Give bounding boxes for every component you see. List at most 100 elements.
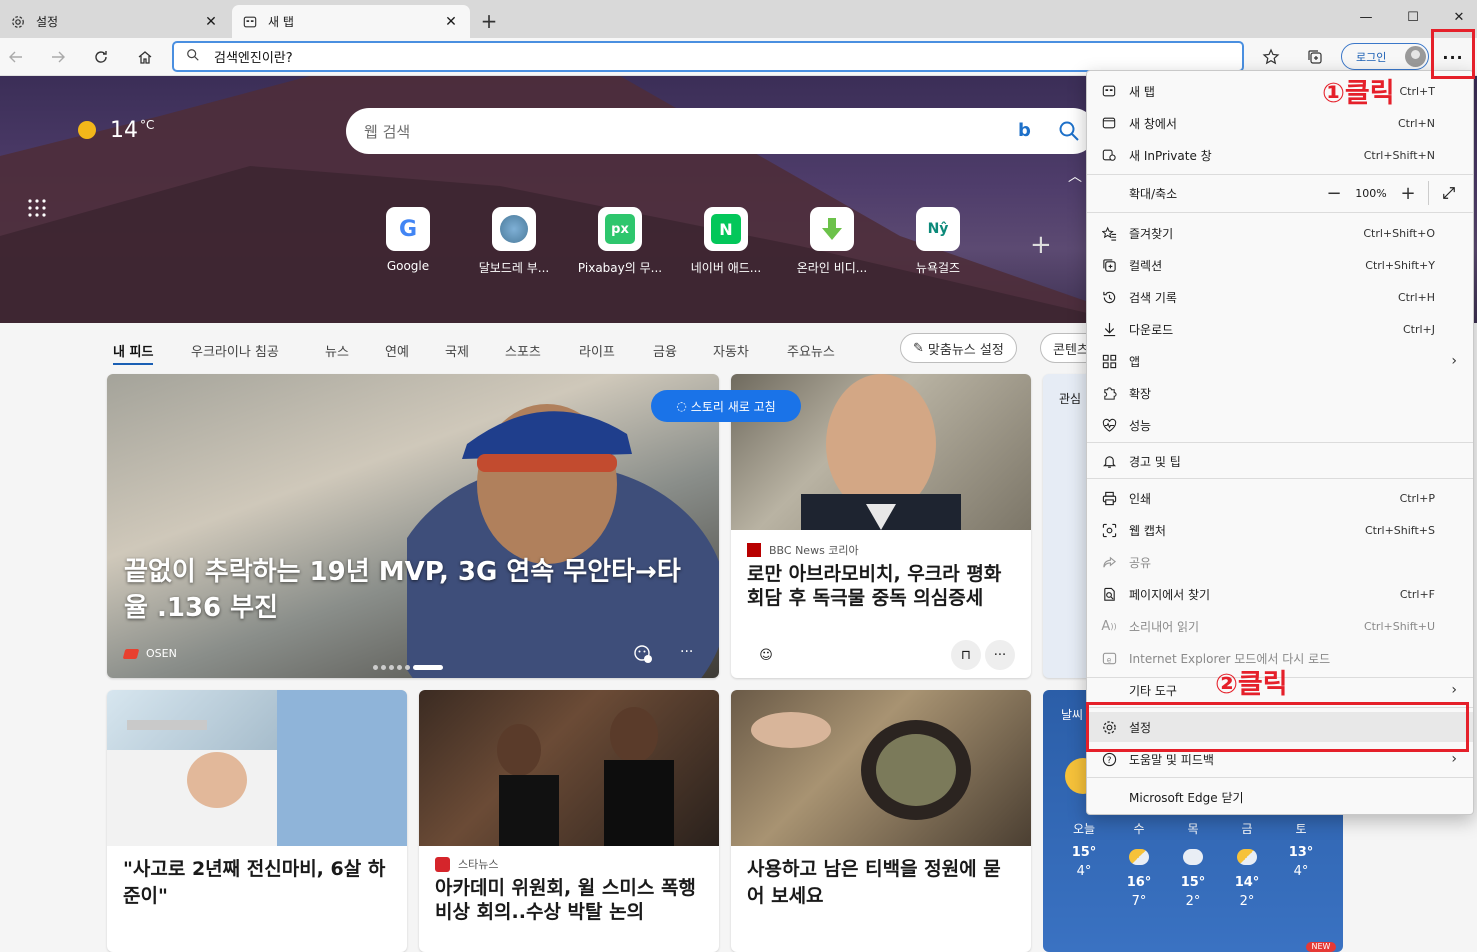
feed-tab-news[interactable]: 뉴스 [325,341,349,360]
feed-tab-finance[interactable]: 금융 [653,341,677,360]
quick-link-online-video[interactable]: 온라인 비디... [782,207,882,276]
feed-tab-ukraine[interactable]: 우크라이나 침공 [191,341,279,360]
close-tab-icon[interactable]: ✕ [442,13,460,31]
menu-separator [1087,478,1473,479]
feed-tab-entertainment[interactable]: 연예 [385,341,409,360]
menu-item-alerts[interactable]: 경고 및 팁 [1087,446,1473,476]
close-tab-icon[interactable]: ✕ [202,13,220,31]
menu-item-performance[interactable]: 성능 [1087,410,1473,440]
menu-item-inprivate[interactable]: 새 InPrivate 창 Ctrl+Shift+N [1087,140,1473,170]
react-icon[interactable]: ☺ [751,640,781,670]
collections-icon[interactable] [1301,43,1329,71]
article-title[interactable]: 아카데미 위원회, 윌 스미스 폭행 비상 회의..수상 박탈 논의 [435,876,705,924]
maximize-button[interactable]: ☐ [1390,0,1436,34]
print-icon [1100,489,1118,507]
home-button[interactable] [131,43,159,71]
menu-item-new-tab[interactable]: 새 탭 Ctrl+T [1087,76,1473,106]
search-icon[interactable] [1058,120,1080,146]
annotation-label-second: ②클릭 [1215,669,1288,700]
news-card-academy[interactable]: 스타뉴스 아카데미 위원회, 윌 스미스 폭행 비상 회의..수상 박탈 논의 [419,690,719,952]
tab-settings[interactable]: 설정 ✕ [0,5,230,38]
forward-button[interactable] [44,43,72,71]
download-arrow-icon [810,207,854,251]
refresh-icon: ◌ [676,399,687,413]
quick-link-google[interactable]: G Google [358,207,458,273]
weather-day[interactable]: 토 13° 4° [1277,820,1325,879]
menu-item-web-capture[interactable]: 웹 캡처 Ctrl+Shift+S [1087,515,1473,545]
feed-tab-life[interactable]: 라이프 [579,341,615,360]
quick-link-nyg[interactable]: Nŷ 뉴욕걸즈 [888,207,988,276]
zoom-in-button[interactable]: + [1394,179,1422,207]
google-icon: G [386,207,430,251]
quick-link-naver[interactable]: N 네이버 애드... [676,207,776,276]
weather-day[interactable]: 수 16° 7° [1115,820,1163,909]
feed-navigation: 내 피드 우크라이나 침공 뉴스 연예 국제 스포츠 라이프 금융 자동차 주요… [0,323,1100,373]
weather-high: 14° [1234,875,1260,890]
save-icon[interactable]: ⊓ [951,640,981,670]
carousel-indicator[interactable] [373,665,443,670]
article-title[interactable]: 로만 아브라모비치, 우크라 평화회담 후 독극물 중독 의심증세 [747,562,1017,610]
back-button[interactable] [2,43,30,71]
add-favorite-icon[interactable] [1257,43,1285,71]
quick-link-pixabay[interactable]: px Pixabay의 무... [570,207,670,276]
menu-item-favorites[interactable]: 즐겨찾기 Ctrl+Shift+O [1087,218,1473,248]
menu-item-collections[interactable]: 컬렉션 Ctrl+Shift+Y [1087,250,1473,280]
login-button[interactable]: 로그인 [1341,43,1429,70]
apps-grid-icon[interactable] [27,198,47,218]
zoom-out-button[interactable]: − [1320,179,1348,207]
menu-item-downloads[interactable]: 다운로드 Ctrl+J [1087,314,1473,344]
content-label: 콘텐츠 [1053,342,1089,358]
chevron-up-icon[interactable]: ︿ [1068,166,1082,186]
refresh-stories-button[interactable]: ◌ 스토리 새로 고침 [651,390,801,422]
tab-new-tab[interactable]: 새 탭 ✕ [232,5,470,38]
weather-day[interactable]: 목 15° 2° [1169,820,1217,909]
article-title[interactable]: 사용하고 남은 티백을 정원에 묻어 보세요 [747,856,1017,910]
address-input-value: 검색엔진이란? [214,51,293,66]
feed-tab-sports[interactable]: 스포츠 [505,341,541,360]
menu-item-read-aloud[interactable]: A)) 소리내어 읽기 Ctrl+Shift+U [1087,611,1473,641]
menu-item-shortcut: Ctrl+Shift+U [1363,619,1435,633]
feed-tab-my-feed[interactable]: 내 피드 [113,341,154,365]
cloudy-icon [1183,849,1203,865]
fullscreen-icon[interactable] [1435,179,1463,207]
news-card-featured[interactable]: 끝없이 추락하는 19년 MVP, 3G 연속 무안타→타율 .136 부진 O… [107,374,719,678]
menu-item-shortcut: Ctrl+J [1402,322,1435,336]
news-card-teabag[interactable]: 사용하고 남은 티백을 정원에 묻어 보세요 [731,690,1031,952]
tab-strip: 설정 ✕ 새 탭 ✕ + — ☐ ✕ [0,0,1477,38]
chevron-right-icon: › [1451,751,1457,767]
personalize-button[interactable]: ✎ 맞춤뉴스 설정 [900,333,1017,363]
address-bar[interactable]: 검색엔진이란? [172,41,1244,72]
menu-item-new-window[interactable]: 새 창에서 Ctrl+N [1087,108,1473,138]
minimize-button[interactable]: — [1343,0,1389,34]
login-label: 로그인 [1356,50,1387,64]
refresh-button[interactable] [87,43,115,71]
read-aloud-icon: A)) [1101,618,1117,634]
weather-day[interactable]: 금 14° 2° [1223,820,1271,909]
menu-item-apps[interactable]: 앱 › [1087,346,1473,376]
web-search-box[interactable]: 웹 검색 b [346,108,1096,154]
temperature[interactable]: 14 °C [110,118,154,143]
svg-text:?: ? [1106,754,1110,764]
menu-item-label: 확장 [1129,386,1152,401]
menu-item-print[interactable]: 인쇄 Ctrl+P [1087,483,1473,513]
new-tab-button[interactable]: + [478,9,500,33]
menu-item-close-edge[interactable]: Microsoft Edge 닫기 [1087,782,1473,812]
menu-item-share[interactable]: 공유 [1087,547,1473,577]
menu-item-find-on-page[interactable]: 페이지에서 찾기 Ctrl+F [1087,579,1473,609]
weather-day[interactable]: 오늘 15° 4° [1060,820,1108,879]
history-icon [1100,288,1118,306]
feed-tab-auto[interactable]: 자동차 [713,341,749,360]
article-title[interactable]: "사고로 2년째 전신마비, 6살 하준이" [123,856,393,910]
menu-item-extensions[interactable]: 확장 [1087,378,1473,408]
more-options-icon[interactable]: ··· [680,644,693,660]
feed-tab-top-news[interactable]: 주요뉴스 [787,341,835,360]
menu-item-history[interactable]: 검색 기록 Ctrl+H [1087,282,1473,312]
featured-headline[interactable]: 끝없이 추락하는 19년 MVP, 3G 연속 무안타→타율 .136 부진 [124,554,694,626]
news-card-child[interactable]: "사고로 2년째 전신마비, 6살 하준이" [107,690,407,952]
quick-link-dalbodre[interactable]: 달보드레 부... [464,207,564,276]
feed-tab-world[interactable]: 국제 [445,341,469,360]
react-icon[interactable] [633,644,653,667]
more-options-icon[interactable]: ··· [985,640,1015,670]
add-quick-link-button[interactable]: + [1030,230,1052,260]
bing-icon[interactable]: b [1018,120,1031,141]
